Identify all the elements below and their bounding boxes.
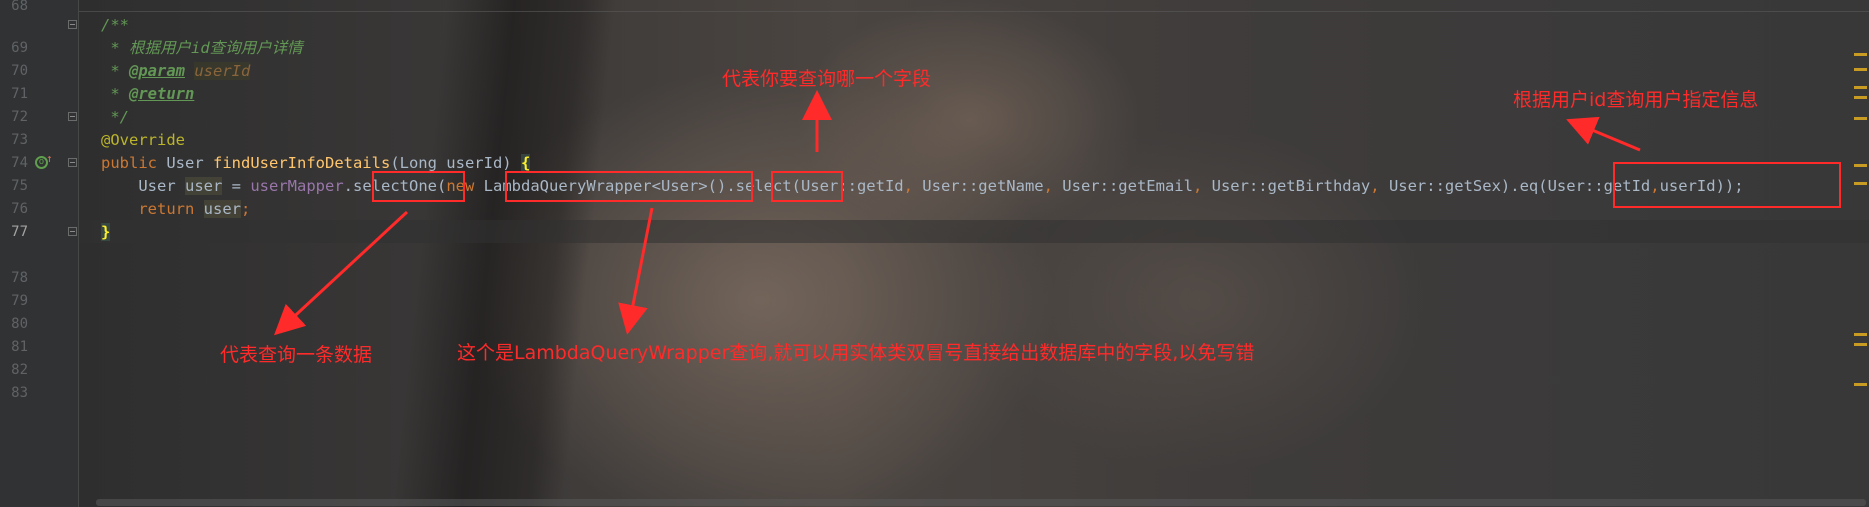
horizontal-scrollbar[interactable] — [96, 499, 1866, 506]
annotation-eq-condition: 根据用户id查询用户指定信息 — [1513, 89, 1759, 111]
annotation-select-one: 代表查询一条数据 — [220, 344, 373, 366]
stripe-marker[interactable] — [1854, 68, 1867, 71]
stripe-marker[interactable] — [1854, 53, 1867, 56]
lambda-wrapper-arrow — [618, 207, 654, 335]
annotation-arrows — [273, 90, 1641, 336]
annotation-lambda-wrapper: 这个是LambdaQueryWrapper查询,就可以用实体类双冒号直接给出数据… — [457, 342, 1255, 364]
stripe-marker[interactable] — [1854, 86, 1867, 89]
stripe-marker[interactable] — [1854, 383, 1867, 386]
stripe-marker[interactable] — [1854, 182, 1867, 185]
stripe-marker[interactable] — [1854, 96, 1867, 99]
stripe-marker[interactable] — [1854, 164, 1867, 167]
stripe-marker[interactable] — [1854, 117, 1867, 120]
select-one-arrow — [273, 210, 409, 336]
annotation-select-field: 代表你要查询哪一个字段 — [722, 68, 932, 90]
error-stripe[interactable] — [1852, 0, 1869, 507]
eq-arrow — [1566, 116, 1641, 152]
stripe-marker[interactable] — [1854, 333, 1867, 336]
stripe-marker[interactable] — [1854, 343, 1867, 346]
